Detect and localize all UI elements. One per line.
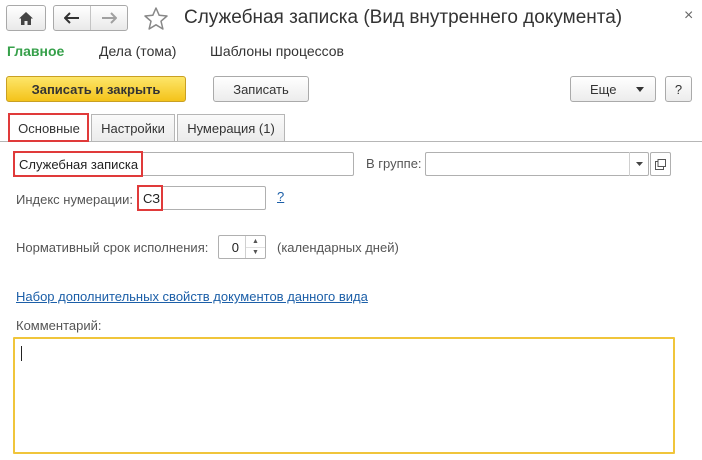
- group-label: В группе:: [366, 156, 422, 171]
- window-title: Служебная записка (Вид внутреннего докум…: [184, 7, 623, 28]
- group-open-button[interactable]: [650, 152, 671, 176]
- favorite-button[interactable]: [143, 6, 169, 32]
- chevron-down-icon: [635, 162, 643, 166]
- text-caret: [21, 346, 22, 361]
- section-main[interactable]: Главное: [7, 43, 64, 59]
- tab-settings[interactable]: Настройки: [91, 114, 175, 141]
- index-input[interactable]: СЗ: [138, 186, 266, 210]
- comment-label: Комментарий:: [16, 318, 102, 333]
- help-button[interactable]: ?: [665, 76, 692, 102]
- stepper-up-icon[interactable]: ▲: [246, 236, 265, 247]
- group-dropdown-button[interactable]: [629, 152, 648, 176]
- index-help-link[interactable]: ?: [277, 189, 284, 204]
- open-window-icon: [655, 158, 666, 170]
- deadline-value: 0: [231, 240, 239, 255]
- deadline-stepper[interactable]: 0 ▲ ▼: [218, 235, 266, 259]
- deadline-label: Нормативный срок исполнения:: [16, 240, 209, 255]
- arrow-right-icon: [102, 12, 117, 24]
- comment-textarea[interactable]: [13, 337, 675, 454]
- star-icon: [144, 7, 168, 30]
- stepper-arrows: ▲ ▼: [245, 236, 265, 258]
- save-and-close-button[interactable]: Записать и закрыть: [6, 76, 186, 102]
- section-files[interactable]: Дела (тома): [99, 43, 176, 59]
- properties-link[interactable]: Набор дополнительных свойств документов …: [16, 289, 368, 304]
- name-input[interactable]: Служебная записка: [14, 152, 354, 176]
- stepper-down-icon[interactable]: ▼: [246, 246, 265, 259]
- section-process-templates[interactable]: Шаблоны процессов: [210, 43, 344, 59]
- more-button[interactable]: Еще: [570, 76, 656, 102]
- home-button[interactable]: [6, 5, 46, 31]
- tab-numbering[interactable]: Нумерация (1): [177, 114, 285, 141]
- back-button[interactable]: [54, 6, 90, 30]
- tab-divider: [0, 141, 702, 142]
- group-select[interactable]: [425, 152, 649, 176]
- home-icon: [19, 11, 33, 25]
- index-label: Индекс нумерации:: [16, 192, 134, 207]
- deadline-unit: (календарных дней): [277, 240, 399, 255]
- save-button[interactable]: Записать: [213, 76, 309, 102]
- close-button[interactable]: ×: [684, 8, 698, 24]
- arrow-left-icon: [64, 12, 79, 24]
- more-button-label: Еще: [590, 81, 617, 97]
- close-icon: ×: [684, 7, 694, 24]
- chevron-down-icon: [636, 87, 644, 92]
- history-nav: [53, 5, 128, 31]
- forward-button[interactable]: [90, 6, 127, 30]
- tab-main[interactable]: Основные: [9, 114, 89, 142]
